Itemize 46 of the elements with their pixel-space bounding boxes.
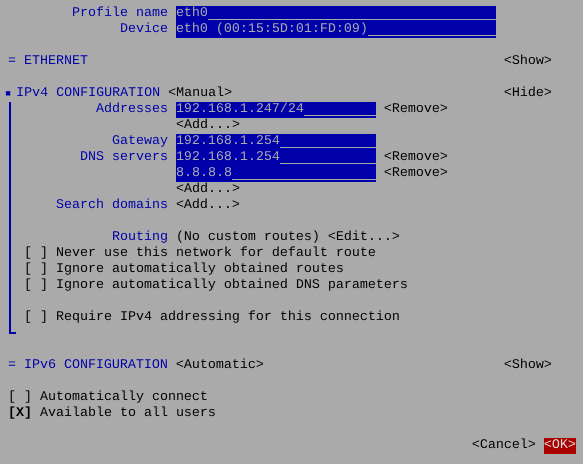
add-button[interactable]: <Add...> [176,118,240,134]
input-field[interactable]: 192.168.1.247/24 [176,102,376,118]
field-label: Device [118,22,168,38]
input-field[interactable]: 8.8.8.8 [176,166,376,182]
section-title: IPv6 CONFIGURATION [24,358,169,374]
mode-button[interactable]: <Manual> [168,86,232,102]
checkbox[interactable]: [ ] [24,310,48,326]
checkbox-label: Ignore automatically obtained routes [56,262,344,278]
checkbox-label: Ignore automatically obtained DNS parameters [56,278,408,294]
checkbox-label: Available to all users [40,406,216,422]
checkbox-label: Never use this network for default route [56,246,376,262]
section-title: ETHERNET [24,54,89,70]
checkbox[interactable]: [ ] [24,278,48,294]
checkbox[interactable]: [ ] [8,390,32,406]
mode-button[interactable]: <Automatic> [176,358,264,374]
checkbox-label: Require IPv4 addressing for this connection [56,310,400,326]
routing-status: (No custom routes) [176,230,320,246]
dialog-button[interactable]: <OK> [544,438,576,454]
field-label: Routing [110,230,168,246]
edit-button[interactable]: <Edit...> [328,230,400,246]
remove-button[interactable]: <Remove> [384,166,448,182]
checkbox-label: Automatically connect [40,390,208,406]
section-marker-icon: = [8,54,16,70]
dialog-button[interactable]: <Cancel> [472,438,536,454]
checkbox[interactable]: [X] [8,406,32,422]
field-label: Search domains [54,198,168,214]
section-title: IPv4 CONFIGURATION [16,86,162,102]
checkbox[interactable]: [ ] [24,246,48,262]
input-field[interactable]: eth0 (00:15:5D:01:FD:09) [176,22,496,38]
field-label: Profile name [70,6,168,22]
toggle-button[interactable]: <Show> [504,54,552,70]
field-label: DNS servers [78,150,168,166]
remove-button[interactable]: <Remove> [384,150,448,166]
input-field[interactable]: 192.168.1.254 [176,134,376,150]
add-button[interactable]: <Add...> [176,182,240,198]
toggle-button[interactable]: <Hide> [504,86,552,102]
input-field[interactable]: 192.168.1.254 [176,150,376,166]
checkbox[interactable]: [ ] [24,262,48,278]
field-label: Addresses [94,102,168,118]
section-marker-icon: ■ [5,86,11,102]
toggle-button[interactable]: <Show> [504,358,552,374]
add-button[interactable]: <Add...> [176,198,240,214]
remove-button[interactable]: <Remove> [384,102,448,118]
section-marker-icon: = [8,358,16,374]
input-field[interactable]: eth0 [176,6,496,22]
field-label: Gateway [110,134,168,150]
